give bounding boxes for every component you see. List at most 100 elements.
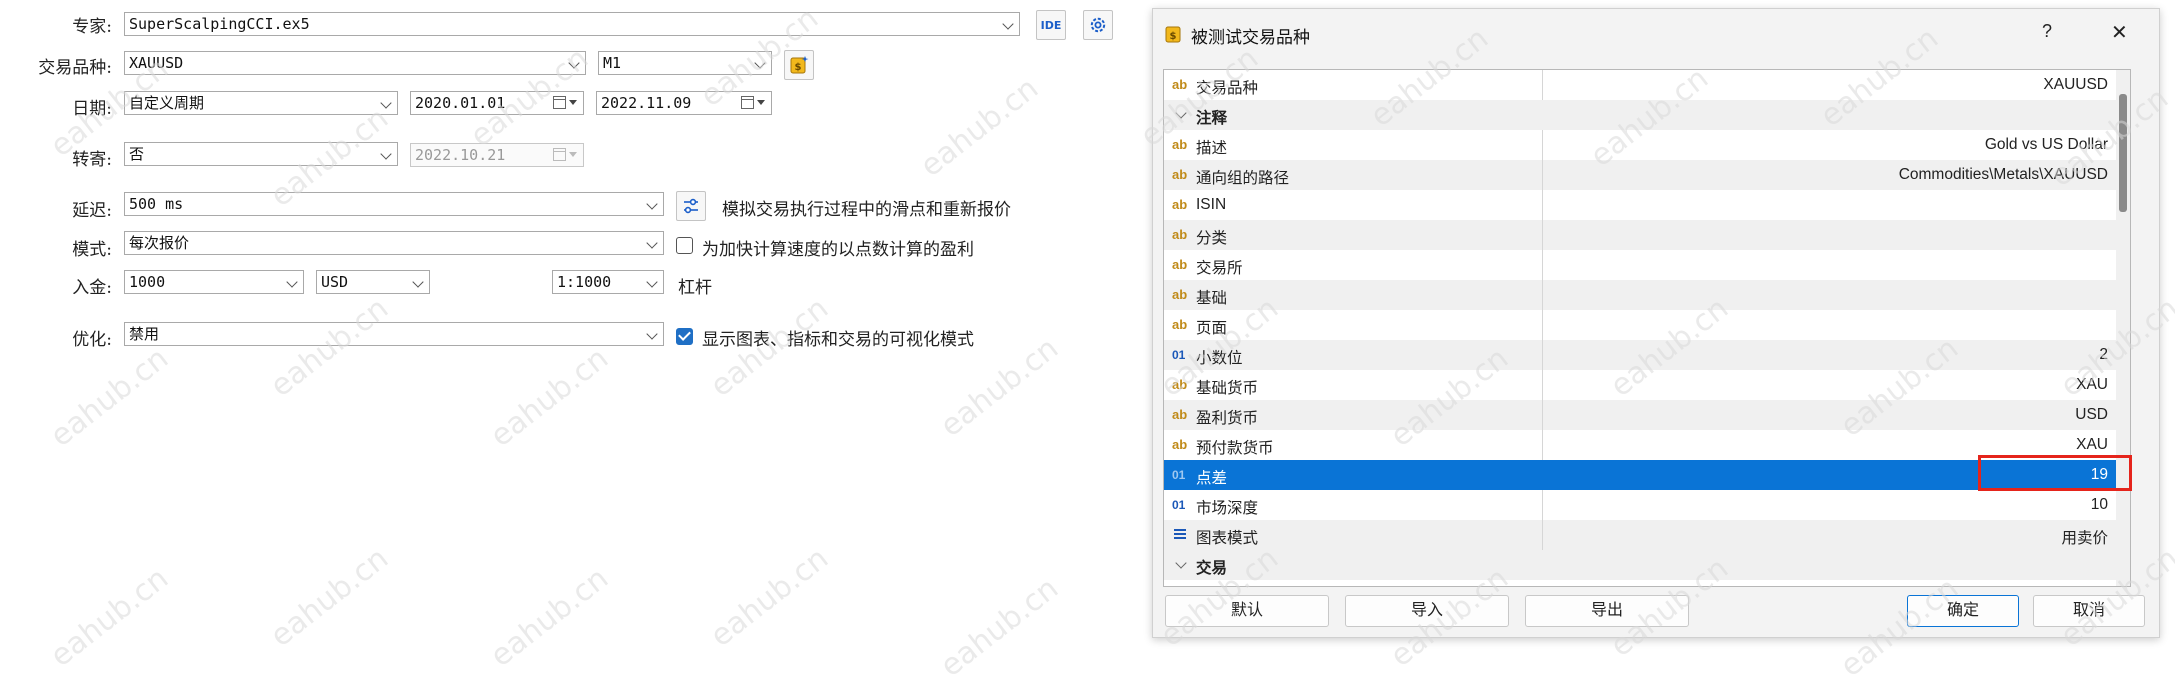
text-icon: ab — [1172, 227, 1188, 242]
ide-button[interactable]: IDE — [1036, 10, 1066, 40]
help-button[interactable]: ? — [2042, 21, 2052, 42]
calendar-icon[interactable] — [553, 95, 579, 111]
property-row[interactable]: ab 页面 — [1164, 310, 2116, 340]
chevron-down-icon — [646, 198, 658, 210]
property-value[interactable]: XAU — [2076, 436, 2108, 454]
expert-select[interactable]: SuperScalpingCCI.ex5 — [124, 12, 1020, 36]
property-name: 基础 — [1196, 290, 1228, 307]
property-row[interactable]: ab 分类 — [1164, 220, 2116, 250]
chevron-down-icon[interactable] — [1175, 107, 1187, 119]
cancel-button[interactable]: 取消 — [2033, 595, 2145, 627]
date-to-picker[interactable]: 2022.11.09 — [596, 91, 772, 115]
property-value[interactable]: 10 — [2091, 496, 2108, 514]
property-row[interactable]: ab 交易所 — [1164, 250, 2116, 280]
group-header-row[interactable]: 交易 — [1164, 550, 2116, 580]
visual-mode-checkbox[interactable] — [676, 328, 693, 345]
column-divider — [1542, 190, 1543, 220]
expert-label: 专家: — [72, 17, 112, 37]
column-divider — [1542, 130, 1543, 160]
svg-text:$: $ — [1170, 31, 1177, 42]
numeric-icon: 01 — [1172, 498, 1186, 512]
symbol-properties-icon: $ — [790, 56, 809, 74]
property-name: 盈利货币 — [1196, 410, 1259, 427]
default-button[interactable]: 默认 — [1165, 595, 1329, 627]
text-icon: ab — [1172, 77, 1188, 92]
property-value[interactable]: Gold vs US Dollar — [1985, 136, 2108, 154]
timeframe-select[interactable]: M1 — [598, 51, 772, 75]
property-row[interactable]: 图表模式 用卖价 — [1164, 520, 2116, 550]
column-divider — [1542, 460, 1543, 490]
forward-select[interactable]: 否 — [124, 142, 398, 166]
property-value[interactable]: XAUUSD — [2043, 76, 2108, 94]
symbol-properties-button[interactable]: $ — [784, 50, 814, 80]
expert-value: SuperScalpingCCI.ex5 — [129, 15, 310, 33]
property-row[interactable]: ab 通向组的路径 Commodities\Metals\XAUUSD — [1164, 160, 2116, 190]
forward-value: 否 — [129, 145, 145, 163]
chevron-down-icon — [1002, 18, 1014, 30]
property-value[interactable]: 2 — [2099, 346, 2108, 364]
text-icon: ab — [1172, 317, 1188, 332]
ok-button[interactable]: 确定 — [1907, 595, 2019, 627]
currency-select[interactable]: USD — [316, 270, 430, 294]
property-value[interactable]: 用卖价 — [2061, 526, 2108, 548]
sliders-icon — [684, 198, 698, 214]
date-from-picker[interactable]: 2020.01.01 — [410, 91, 584, 115]
model-label: 模式: — [72, 240, 112, 260]
optimization-select[interactable]: 禁用 — [124, 322, 664, 346]
property-row[interactable]: ab 基础 — [1164, 280, 2116, 310]
forward-date-picker: 2022.10.21 — [410, 143, 584, 167]
column-divider — [1542, 250, 1543, 280]
watermark-text: eahub.cn — [43, 560, 176, 675]
property-row[interactable]: ab 交易品种 XAUUSD — [1164, 70, 2116, 100]
property-row[interactable]: ab 描述 Gold vs US Dollar — [1164, 130, 2116, 160]
leverage-value: 1:1000 — [557, 273, 612, 291]
model-select[interactable]: 每次报价 — [124, 231, 664, 255]
highlight-box — [1978, 455, 2132, 491]
deposit-label: 入金: — [72, 278, 112, 298]
chevron-down-icon — [380, 97, 392, 109]
forward-label: 转寄: — [72, 150, 112, 170]
calendar-icon — [553, 147, 579, 163]
deposit-select[interactable]: 1000 — [124, 270, 304, 294]
property-row[interactable]: 01 点差 19 — [1164, 460, 2116, 490]
close-button[interactable]: ✕ — [2111, 20, 2128, 45]
watermark-text: eahub.cn — [263, 290, 396, 405]
property-row[interactable]: ab 基础货币 XAU — [1164, 370, 2116, 400]
column-divider — [1542, 280, 1543, 310]
points-profit-label: 为加快计算速度的以点数计算的盈利 — [702, 240, 974, 260]
import-button[interactable]: 导入 — [1345, 595, 1509, 627]
watermark-text: eahub.cn — [913, 70, 1046, 185]
forward-date-value: 2022.10.21 — [415, 146, 506, 164]
property-name: 市场深度 — [1196, 500, 1259, 517]
delay-select[interactable]: 500 ms — [124, 192, 664, 216]
points-profit-checkbox[interactable] — [676, 237, 693, 254]
property-value[interactable]: Commodities\Metals\XAUUSD — [1899, 166, 2108, 184]
property-value[interactable]: USD — [2075, 406, 2108, 424]
column-divider — [1542, 220, 1543, 250]
property-row[interactable]: ab 盈利货币 USD — [1164, 400, 2116, 430]
chevron-down-icon[interactable] — [1175, 557, 1187, 569]
column-divider — [1542, 340, 1543, 370]
group-header-row[interactable]: 注释 — [1164, 100, 2116, 130]
dialog-titlebar[interactable]: $ 被测试交易品种 ? ✕ — [1153, 9, 2159, 57]
calendar-icon[interactable] — [741, 95, 767, 111]
export-button[interactable]: 导出 — [1525, 595, 1689, 627]
date-mode-select[interactable]: 自定义周期 — [124, 91, 398, 115]
delay-settings-button[interactable] — [676, 191, 706, 221]
settings-button[interactable] — [1083, 10, 1113, 40]
scrollbar-thumb[interactable] — [2119, 94, 2127, 212]
leverage-select[interactable]: 1:1000 — [552, 270, 664, 294]
optimization-value: 禁用 — [129, 325, 160, 343]
symbol-select[interactable]: XAUUSD — [124, 51, 586, 75]
property-row[interactable]: 01 市场深度 10 — [1164, 490, 2116, 520]
dialog-title: 被测试交易品种 — [1191, 28, 1310, 47]
property-row[interactable]: 01 小数位 2 — [1164, 340, 2116, 370]
grid-scrollbar[interactable] — [2116, 70, 2130, 586]
date-label: 日期: — [72, 99, 112, 119]
property-name: 基础货币 — [1196, 380, 1259, 397]
property-row[interactable]: ab 预付款货币 XAU — [1164, 430, 2116, 460]
property-row[interactable]: ab ISIN — [1164, 190, 2116, 220]
column-divider — [1542, 160, 1543, 190]
property-value[interactable]: XAU — [2076, 376, 2108, 394]
column-divider — [1542, 520, 1543, 550]
